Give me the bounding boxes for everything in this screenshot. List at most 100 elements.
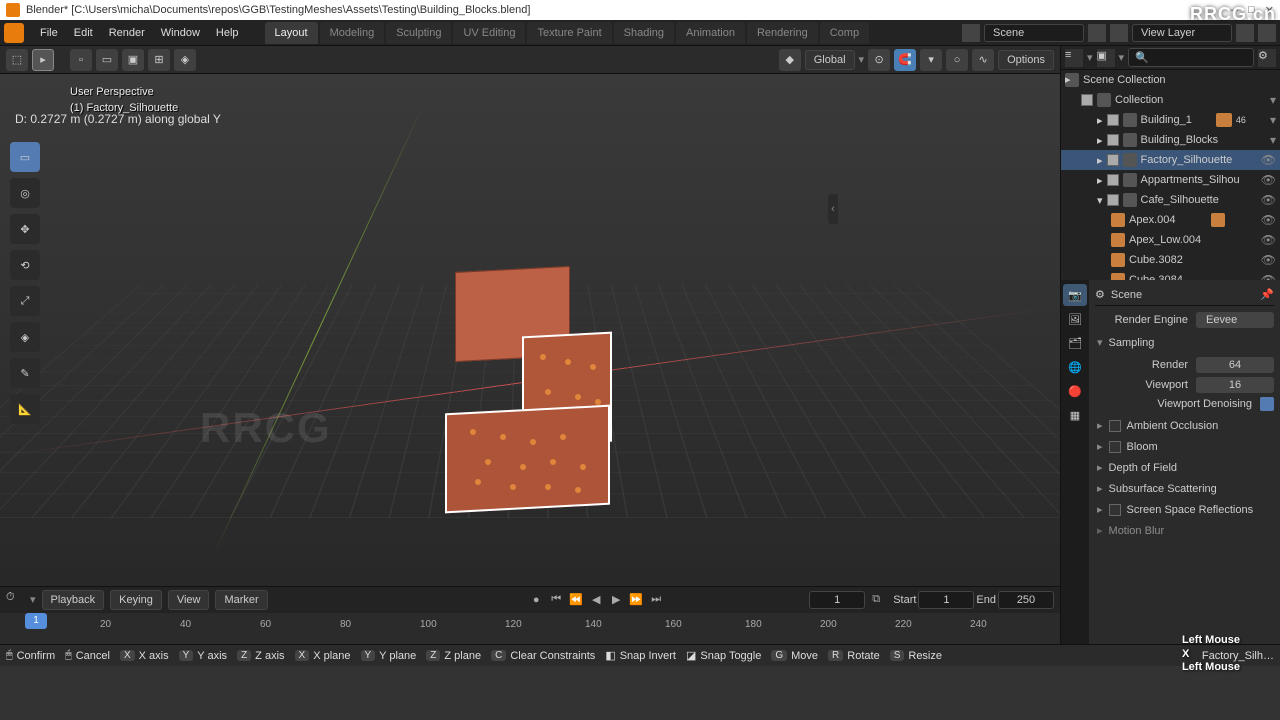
- prop-tab-world[interactable]: 🔴: [1063, 380, 1087, 402]
- tab-texturepaint[interactable]: Texture Paint: [527, 22, 611, 44]
- checkbox[interactable]: [1107, 174, 1119, 186]
- menu-help[interactable]: Help: [208, 23, 247, 43]
- start-frame-field[interactable]: 1: [918, 591, 974, 609]
- tab-shading[interactable]: Shading: [614, 22, 674, 44]
- chevron-down-icon[interactable]: ▾: [1270, 133, 1276, 147]
- play-icon[interactable]: ▶: [607, 591, 625, 609]
- scene-new-icon[interactable]: [1088, 24, 1106, 42]
- prop-tab-output[interactable]: 🖼: [1063, 308, 1087, 330]
- tool-rotate[interactable]: ⟲: [10, 250, 40, 280]
- menu-file[interactable]: File: [32, 23, 66, 43]
- checkbox[interactable]: [1109, 504, 1121, 516]
- tool-transform[interactable]: ◈: [10, 322, 40, 352]
- end-frame-field[interactable]: 250: [998, 591, 1054, 609]
- outliner-filter-icon[interactable]: ▣: [1097, 49, 1115, 67]
- viewlayer-delete-icon[interactable]: [1258, 24, 1276, 42]
- checkbox[interactable]: [1109, 441, 1121, 453]
- mode-select-icon[interactable]: ⬚: [6, 49, 28, 71]
- outliner-display-mode-icon[interactable]: ≡: [1065, 49, 1083, 67]
- tool-measure[interactable]: 📐: [10, 394, 40, 424]
- sampling-section-header[interactable]: ▾Sampling: [1095, 332, 1274, 353]
- select-mode-extend[interactable]: ⊞: [148, 49, 170, 71]
- eye-icon[interactable]: 👁: [1261, 173, 1276, 187]
- falloff-icon[interactable]: ∿: [972, 49, 994, 71]
- outliner-search[interactable]: 🔍: [1128, 48, 1254, 67]
- denoising-checkbox[interactable]: [1260, 397, 1274, 411]
- playhead-marker[interactable]: 1: [25, 613, 47, 629]
- menu-render[interactable]: Render: [101, 23, 153, 43]
- snap-type-icon[interactable]: ▾: [920, 49, 942, 71]
- checkbox[interactable]: [1107, 134, 1119, 146]
- timeline-track[interactable]: 1 20 40 60 80 100 120 140 160 180 200 22…: [0, 613, 1060, 644]
- render-samples-field[interactable]: 64: [1196, 357, 1274, 373]
- render-engine-dropdown[interactable]: Eevee: [1196, 312, 1274, 328]
- checkbox[interactable]: [1109, 420, 1121, 432]
- jump-end-icon[interactable]: ⏭: [647, 591, 665, 609]
- ao-section[interactable]: ▸Ambient Occlusion: [1095, 415, 1274, 436]
- eye-icon[interactable]: 👁: [1261, 213, 1276, 227]
- checkbox[interactable]: [1081, 94, 1093, 106]
- timeline-view-menu[interactable]: View: [168, 590, 210, 610]
- dof-section[interactable]: ▸Depth of Field: [1095, 457, 1274, 478]
- jump-prev-key-icon[interactable]: ⏪: [567, 591, 585, 609]
- cursor-tool-icon[interactable]: ▸: [32, 49, 54, 71]
- tab-animation[interactable]: Animation: [676, 22, 745, 44]
- eye-icon[interactable]: 👁: [1261, 233, 1276, 247]
- prop-tab-scene[interactable]: 🌐: [1063, 356, 1087, 378]
- 3d-viewport[interactable]: D: 0.2727 m (0.2727 m) along global Y Us…: [0, 74, 1060, 586]
- tool-select-box[interactable]: ▭: [10, 142, 40, 172]
- select-mode-face[interactable]: ▣: [122, 49, 144, 71]
- viewlayer-new-icon[interactable]: [1236, 24, 1254, 42]
- pivot-icon[interactable]: ⊙: [868, 49, 890, 71]
- jump-start-icon[interactable]: ⏮: [547, 591, 565, 609]
- viewport-samples-field[interactable]: 16: [1196, 377, 1274, 393]
- n-panel-toggle[interactable]: ‹: [828, 194, 838, 224]
- menu-edit[interactable]: Edit: [66, 23, 101, 43]
- outliner-filter-toggle-icon[interactable]: ⚙: [1258, 49, 1276, 67]
- prop-tab-object[interactable]: ▦: [1063, 404, 1087, 426]
- play-reverse-icon[interactable]: ◀: [587, 591, 605, 609]
- select-mode-all[interactable]: ◈: [174, 49, 196, 71]
- snap-toggle-icon[interactable]: 🧲: [894, 49, 916, 71]
- viewlayer-name-field[interactable]: View Layer: [1132, 24, 1232, 42]
- tool-cursor[interactable]: ◎: [10, 178, 40, 208]
- prop-tab-render[interactable]: 📷: [1063, 284, 1087, 306]
- pin-icon[interactable]: 📌: [1260, 288, 1274, 301]
- motionblur-section[interactable]: ▸Motion Blur: [1095, 520, 1274, 541]
- ssr-section[interactable]: ▸Screen Space Reflections: [1095, 499, 1274, 520]
- tool-annotate[interactable]: ✎: [10, 358, 40, 388]
- tab-layout[interactable]: Layout: [265, 22, 318, 44]
- timeline-keying-menu[interactable]: Keying: [110, 590, 162, 610]
- current-frame-field[interactable]: 1: [809, 591, 865, 609]
- sss-section[interactable]: ▸Subsurface Scattering: [1095, 478, 1274, 499]
- preview-range-icon[interactable]: ⧉: [867, 591, 885, 609]
- tab-rendering[interactable]: Rendering: [747, 22, 818, 44]
- tab-sculpting[interactable]: Sculpting: [386, 22, 451, 44]
- eye-icon[interactable]: 👁: [1261, 153, 1276, 167]
- timeline-marker-menu[interactable]: Marker: [215, 590, 267, 610]
- orientation-icon[interactable]: ◆: [779, 49, 801, 71]
- scene-name-field[interactable]: Scene: [984, 24, 1084, 42]
- orientation-dropdown[interactable]: Global: [805, 50, 855, 70]
- options-dropdown[interactable]: Options: [998, 50, 1054, 70]
- checkbox[interactable]: [1107, 194, 1119, 206]
- bloom-section[interactable]: ▸Bloom: [1095, 436, 1274, 457]
- blender-icon[interactable]: [4, 23, 24, 43]
- eye-icon[interactable]: 👁: [1261, 253, 1276, 267]
- eye-icon[interactable]: 👁: [1261, 193, 1276, 207]
- autokey-icon[interactable]: ●: [527, 591, 545, 609]
- outliner-tree[interactable]: ▸Scene Collection Collection▾ ▸Building_…: [1061, 70, 1280, 280]
- menu-window[interactable]: Window: [153, 23, 208, 43]
- checkbox[interactable]: [1107, 114, 1119, 126]
- checkbox[interactable]: [1107, 154, 1119, 166]
- select-mode-vertex[interactable]: ▫: [70, 49, 92, 71]
- scene-browse-icon[interactable]: [962, 24, 980, 42]
- timeline-playback-menu[interactable]: Playback: [42, 590, 105, 610]
- tool-move[interactable]: ✥: [10, 214, 40, 244]
- proportional-icon[interactable]: ○: [946, 49, 968, 71]
- viewlayer-browse-icon[interactable]: [1110, 24, 1128, 42]
- select-mode-edge[interactable]: ▭: [96, 49, 118, 71]
- prop-tab-viewlayer[interactable]: 🗂: [1063, 332, 1087, 354]
- tool-scale[interactable]: ⤢: [10, 286, 40, 316]
- jump-next-key-icon[interactable]: ⏩: [627, 591, 645, 609]
